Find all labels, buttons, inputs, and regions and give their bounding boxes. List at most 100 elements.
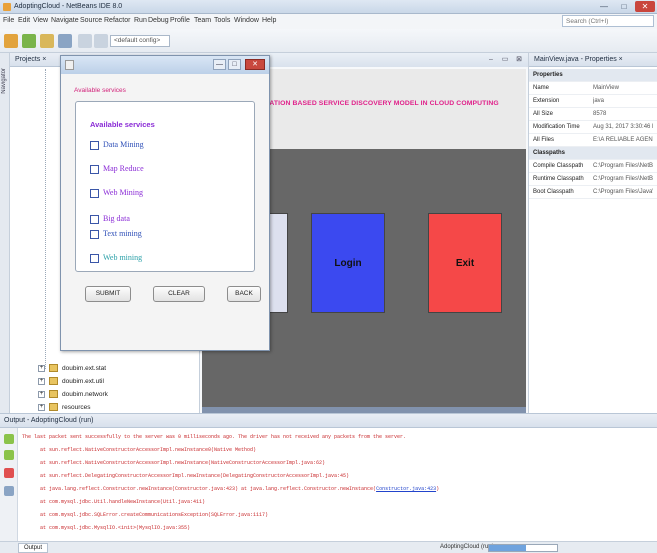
output-tab-label: Output - AdoptingCloud (run) bbox=[4, 417, 94, 424]
config-combo[interactable]: <default config> bbox=[110, 35, 170, 47]
tree-item-label: resources bbox=[62, 404, 91, 411]
checkbox[interactable] bbox=[90, 164, 99, 174]
menu-source[interactable]: Source bbox=[80, 17, 102, 24]
checkbox[interactable] bbox=[90, 188, 99, 198]
maximize-button[interactable]: □ bbox=[614, 1, 634, 12]
prop-value: java bbox=[593, 98, 605, 104]
prop-row-runtime-classpath[interactable]: Runtime Classpath C:\Program Files\NetBe.… bbox=[529, 173, 657, 186]
stack-trace-link[interactable]: Constructor.java:423 bbox=[376, 486, 436, 492]
prop-section-classpaths[interactable]: Classpaths bbox=[529, 147, 657, 160]
service-map-reduce[interactable]: Map Reduce bbox=[90, 164, 144, 178]
tree-item-ext-util[interactable]: + doubim.ext.util bbox=[38, 376, 104, 387]
log-line: at com.mysql.jdbc.MysqlIO.<init>(MysqlIO… bbox=[40, 525, 191, 531]
dialog-minimize-button[interactable]: — bbox=[213, 59, 226, 70]
redo-icon[interactable] bbox=[94, 34, 108, 48]
prop-row-modified[interactable]: Modification Time Aug 31, 2017 3:30:46 PM bbox=[529, 121, 657, 134]
service-big-data[interactable]: Big data bbox=[90, 214, 130, 228]
prop-row-size[interactable]: All Size 8578 bbox=[529, 108, 657, 121]
clear-button[interactable]: CLEAR bbox=[153, 286, 205, 302]
log-text: at java.lang.reflect.Constructor.newInst… bbox=[40, 486, 377, 492]
menu-edit[interactable]: Edit bbox=[18, 17, 30, 24]
checkbox[interactable] bbox=[90, 214, 99, 224]
editor-minimize-button[interactable]: – bbox=[486, 55, 496, 65]
dialog-maximize-button[interactable]: □ bbox=[228, 59, 241, 70]
expand-icon[interactable]: + bbox=[38, 364, 45, 372]
run-progress-bar[interactable] bbox=[488, 544, 558, 552]
projects-tab-label: Projects × bbox=[15, 56, 47, 63]
prop-value: C:\Program Files\NetBe... bbox=[593, 163, 653, 169]
output-settings-icon[interactable] bbox=[4, 486, 14, 496]
rerun-with-params-icon[interactable] bbox=[4, 450, 14, 460]
undo-icon[interactable] bbox=[78, 34, 92, 48]
properties-tab-label: MainView.java - Properties × bbox=[534, 56, 623, 63]
menu-refactor[interactable]: Refactor bbox=[104, 17, 130, 24]
log-line: The last packet sent successfully to the… bbox=[22, 434, 407, 440]
log-line: at sun.reflect.NativeConstructorAccessor… bbox=[40, 447, 257, 453]
search-input[interactable] bbox=[562, 15, 654, 27]
prop-value: C:\Program Files\NetBe... bbox=[593, 176, 653, 182]
service-web-mining-2[interactable]: Web mining bbox=[90, 253, 142, 267]
prop-row-name[interactable]: Name MainView bbox=[529, 82, 657, 95]
prop-key: Modification Time bbox=[533, 124, 580, 130]
new-project-icon[interactable] bbox=[4, 34, 18, 48]
log-line: at sun.reflect.NativeConstructorAccessor… bbox=[40, 460, 326, 466]
close-button[interactable]: ✕ bbox=[635, 1, 655, 12]
open-project-icon[interactable] bbox=[40, 34, 54, 48]
back-button[interactable]: BACK bbox=[227, 286, 261, 302]
prop-row-extension[interactable]: Extension java bbox=[529, 95, 657, 108]
menu-run[interactable]: Run bbox=[134, 17, 147, 24]
service-label: Big data bbox=[103, 214, 130, 223]
window-title: AdoptingCloud - NetBeans IDE 8.0 bbox=[14, 3, 123, 10]
menu-help[interactable]: Help bbox=[262, 17, 276, 24]
menu-navigate[interactable]: Navigate bbox=[51, 17, 79, 24]
prop-key: All Size bbox=[533, 111, 554, 117]
checkbox[interactable] bbox=[90, 140, 99, 150]
service-label: Map Reduce bbox=[103, 164, 144, 173]
expand-icon[interactable]: + bbox=[38, 403, 45, 411]
properties-tab[interactable]: MainView.java - Properties × bbox=[529, 53, 657, 67]
editor-restore-button[interactable]: ▭ bbox=[500, 55, 510, 65]
menu-view[interactable]: View bbox=[33, 17, 48, 24]
service-text-mining[interactable]: Text mining bbox=[90, 229, 142, 243]
checkbox[interactable] bbox=[90, 229, 99, 239]
menu-team[interactable]: Team bbox=[194, 17, 211, 24]
new-file-icon[interactable] bbox=[22, 34, 36, 48]
services-box-title: Available services bbox=[90, 120, 155, 129]
login-button[interactable]: Login bbox=[311, 213, 385, 313]
tree-item-ext-stat[interactable]: + doubim.ext.stat bbox=[38, 363, 106, 374]
tree-item-resources[interactable]: + resources bbox=[38, 402, 91, 413]
menu-tools[interactable]: Tools bbox=[214, 17, 230, 24]
prop-key: Properties bbox=[533, 72, 563, 78]
menu-window[interactable]: Window bbox=[234, 17, 259, 24]
rerun-icon[interactable] bbox=[4, 434, 14, 444]
dialog-close-button[interactable]: ✕ bbox=[245, 59, 265, 70]
prop-row-files[interactable]: All Files E:\A RELIABLE AGENT ... bbox=[529, 134, 657, 147]
service-label: Text mining bbox=[103, 229, 142, 238]
properties-panel: MainView.java - Properties × Properties … bbox=[528, 53, 657, 413]
menu-debug[interactable]: Debug bbox=[148, 17, 169, 24]
expand-icon[interactable]: + bbox=[38, 390, 45, 398]
editor-close-button[interactable]: ⊠ bbox=[514, 55, 524, 65]
minimize-button[interactable]: — bbox=[594, 1, 614, 12]
output-window-tab[interactable]: Output bbox=[18, 543, 49, 553]
menu-profile[interactable]: Profile bbox=[170, 17, 190, 24]
checkbox[interactable] bbox=[90, 253, 99, 263]
prop-key: Compile Classpath bbox=[533, 163, 584, 169]
service-label: Web mining bbox=[103, 253, 143, 262]
menu-file[interactable]: File bbox=[3, 17, 14, 24]
dialog-titlebar[interactable]: — □ ✕ bbox=[61, 56, 269, 74]
save-all-icon[interactable] bbox=[58, 34, 72, 48]
output-tab[interactable]: Output - AdoptingCloud (run) bbox=[0, 414, 657, 428]
tree-item-network[interactable]: + doubim.network bbox=[38, 389, 108, 400]
prop-section-properties[interactable]: Properties bbox=[529, 69, 657, 82]
prop-row-compile-classpath[interactable]: Compile Classpath C:\Program Files\NetBe.… bbox=[529, 160, 657, 173]
stop-icon[interactable] bbox=[4, 468, 14, 478]
expand-icon[interactable]: + bbox=[38, 377, 45, 385]
prop-row-boot-classpath[interactable]: Boot Classpath C:\Program Files\Java\... bbox=[529, 186, 657, 199]
prop-key: Name bbox=[533, 85, 550, 91]
service-data-mining[interactable]: Data Mining bbox=[90, 140, 144, 154]
navigator-label[interactable]: Navigator bbox=[1, 68, 9, 94]
service-web-mining[interactable]: Web Mining bbox=[90, 188, 143, 202]
exit-button[interactable]: Exit bbox=[428, 213, 502, 313]
submit-button[interactable]: SUBMIT bbox=[85, 286, 131, 302]
